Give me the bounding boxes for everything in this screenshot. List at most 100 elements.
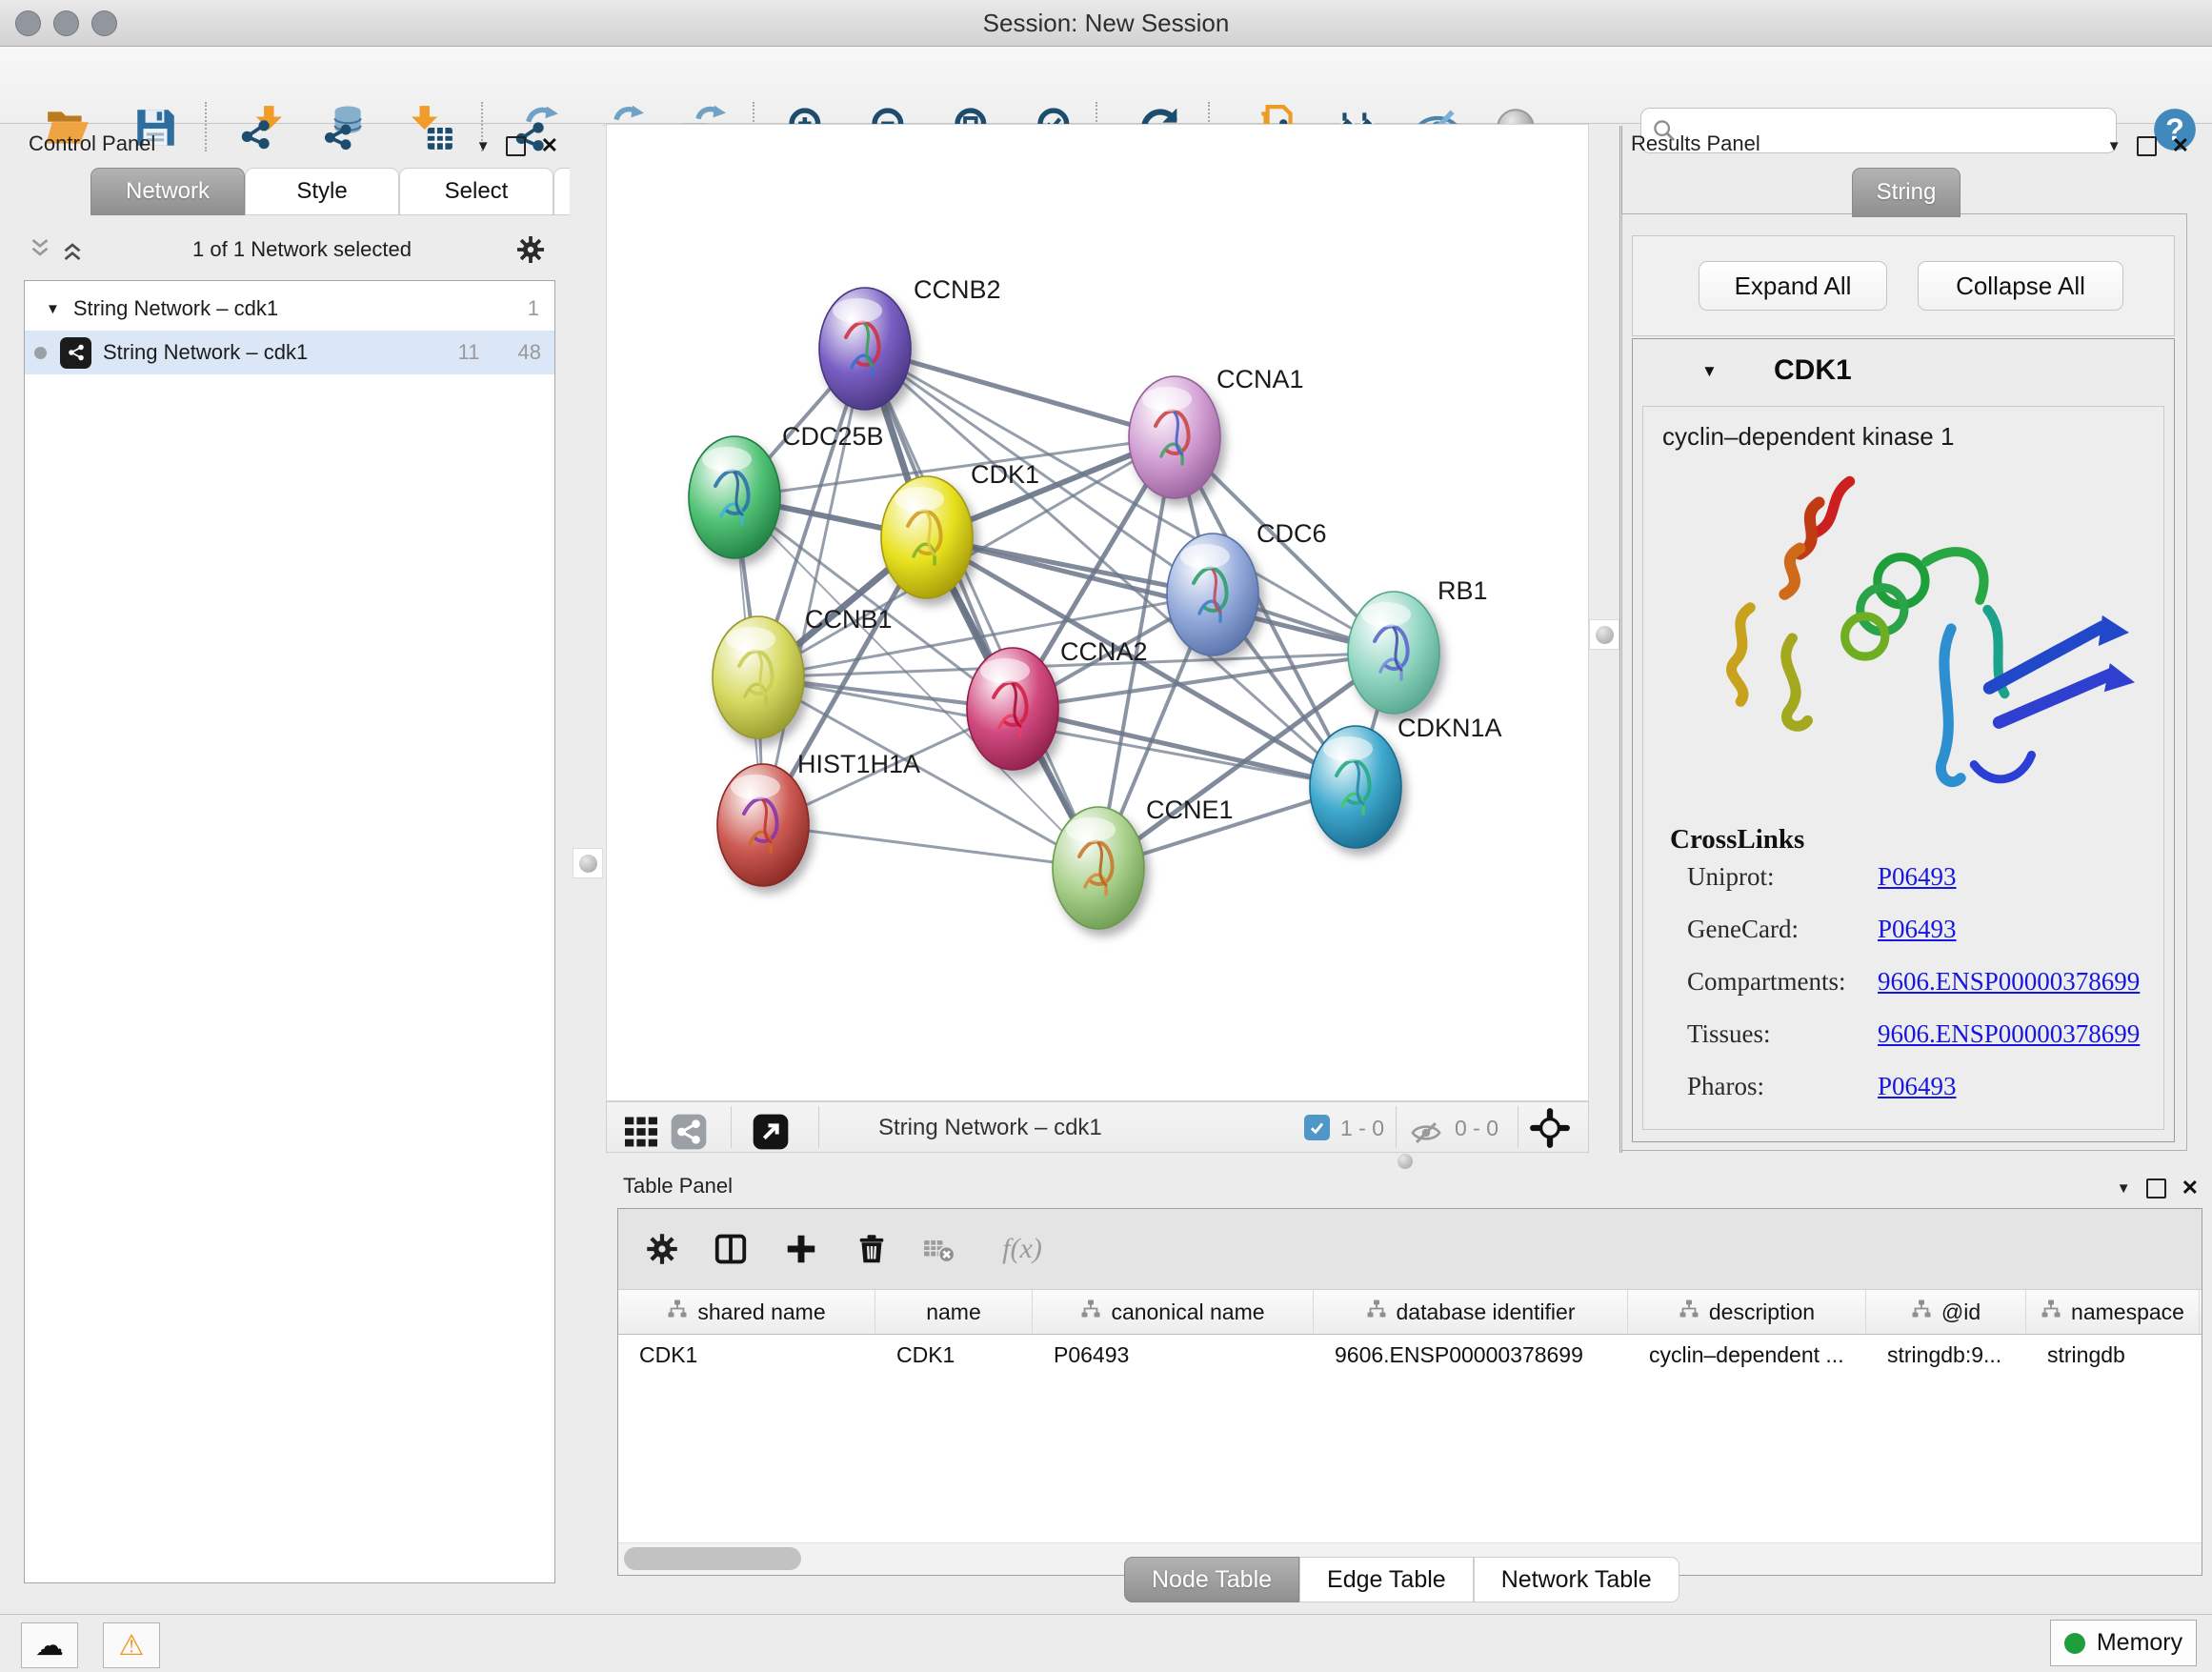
column-header-namespace[interactable]: namespace [2026, 1290, 2200, 1334]
table-cell[interactable]: CDK1 [618, 1335, 875, 1375]
node-label-CDKN1A: CDKN1A [1398, 714, 1502, 742]
network-edge[interactable] [927, 537, 1394, 653]
table-cell[interactable]: CDK1 [875, 1335, 1033, 1375]
horizontal-splitter[interactable] [606, 1153, 2212, 1172]
protein-node-CDKN1A[interactable]: CDKN1A [1310, 714, 1502, 848]
column-label: namespace [2071, 1299, 2184, 1325]
warnings-button[interactable]: ⚠ [103, 1622, 160, 1668]
delete-column-button[interactable] [849, 1226, 895, 1272]
left-splitter[interactable] [570, 126, 606, 1587]
network-row[interactable]: String Network – cdk1 11 48 [25, 331, 554, 374]
gear-icon[interactable] [515, 234, 546, 265]
column-header-id[interactable]: @id [1866, 1290, 2026, 1334]
function-builder-button[interactable]: f(x) [984, 1226, 1060, 1272]
table-settings-button[interactable] [639, 1226, 685, 1272]
table-cell[interactable]: stringdb [2026, 1335, 2200, 1375]
grid-icon [623, 1116, 659, 1148]
right-splitter[interactable] [1589, 126, 1622, 1153]
protein-node-CDC6[interactable]: CDC6 [1167, 519, 1327, 655]
toolbar-separator [731, 1106, 732, 1148]
warning-icon: ⚠ [119, 1629, 145, 1662]
crosslink-link[interactable]: 9606.ENSP00000378699 [1878, 967, 2140, 997]
protein-description: cyclin–dependent kinase 1 [1662, 422, 1954, 452]
birdseye-toggle[interactable] [1527, 1105, 1573, 1151]
tab-network[interactable]: Network [90, 168, 245, 215]
network-column-icon [1366, 1299, 1387, 1325]
tab-edge-table[interactable]: Edge Table [1299, 1557, 1474, 1602]
column-header-name[interactable]: name [875, 1290, 1033, 1334]
cloud-status-button[interactable]: ☁ [21, 1622, 78, 1668]
table-cell[interactable]: P06493 [1033, 1335, 1314, 1375]
table-toolbar: f(x) [618, 1209, 2202, 1290]
network-edge[interactable] [865, 349, 1098, 868]
crosslink-link[interactable]: P06493 [1878, 915, 1957, 944]
collapse-all-icon[interactable] [24, 235, 56, 264]
collapse-section-icon[interactable]: ▼ [1701, 362, 1718, 381]
main-toolbar: ? [0, 47, 2212, 124]
node-label-CCNA2: CCNA2 [1060, 637, 1148, 666]
panel-menu-icon[interactable]: ▼ [476, 138, 491, 154]
panel-float-icon[interactable] [2137, 136, 2157, 156]
grid-view-button[interactable] [618, 1109, 664, 1155]
selected-checkbox[interactable] [1304, 1115, 1330, 1140]
column-label: @id [1941, 1299, 1981, 1325]
tab-node-table[interactable]: Node Table [1124, 1557, 1299, 1602]
node-label-CCNB1: CCNB1 [805, 605, 893, 634]
network-edge[interactable] [865, 349, 1175, 437]
network-column-icon [2041, 1299, 2061, 1325]
panel-menu-icon[interactable]: ▼ [2107, 138, 2122, 154]
tab-style[interactable]: Style [245, 168, 399, 215]
splitter-handle[interactable] [1589, 619, 1619, 650]
splitter-handle[interactable] [573, 848, 603, 878]
network-graph[interactable]: CCNB2CCNA1CDC25BCDK1CDC6RB1CCNB1CCNA2CDK… [607, 125, 1588, 1100]
network-share-button[interactable] [666, 1109, 712, 1155]
node-count: 11 [458, 340, 480, 365]
panel-menu-icon[interactable]: ▼ [2117, 1180, 2131, 1197]
tab-string[interactable]: String [1852, 168, 1961, 217]
column-header-databaseidentifier[interactable]: database identifier [1314, 1290, 1628, 1334]
network-selection-statusbar: 1 of 1 Network selected [24, 225, 555, 274]
column-header-description[interactable]: description [1628, 1290, 1866, 1334]
scrollbar-thumb[interactable] [624, 1547, 801, 1570]
toolbar-separator [818, 1106, 819, 1148]
column-header-sharedname[interactable]: shared name [618, 1290, 875, 1334]
crosslink-link[interactable]: P06493 [1878, 862, 1957, 892]
create-column-button[interactable] [778, 1226, 824, 1272]
tab-network-table[interactable]: Network Table [1474, 1557, 1679, 1602]
panel-close-icon[interactable]: ✕ [2172, 133, 2189, 158]
annotation-mode-button[interactable] [748, 1109, 794, 1155]
tab-select[interactable]: Select [399, 168, 553, 215]
memory-status-dot [2064, 1633, 2085, 1654]
crosslink-label: Pharos: [1687, 1072, 1764, 1101]
expand-all-icon[interactable] [56, 235, 89, 264]
panel-float-icon[interactable] [506, 136, 526, 156]
tree-expand-icon[interactable]: ▼ [46, 301, 60, 317]
delete-table-button[interactable] [915, 1226, 961, 1272]
network-view-canvas[interactable]: CCNB2CCNA1CDC25BCDK1CDC6RB1CCNB1CCNA2CDK… [606, 124, 1589, 1101]
show-columns-button[interactable] [708, 1226, 754, 1272]
crosslink-row: Compartments:9606.ENSP00000378699 [1687, 967, 2144, 1019]
protein-node-HIST1H1A[interactable]: HIST1H1A [717, 750, 920, 886]
network-collection-row[interactable]: ▼ String Network – cdk1 1 [25, 287, 554, 331]
column-label: database identifier [1397, 1299, 1576, 1325]
table-cell[interactable]: 9606.ENSP00000378699 [1314, 1335, 1628, 1375]
memory-button[interactable]: Memory [2050, 1620, 2197, 1666]
panel-close-icon[interactable]: ✕ [541, 133, 558, 158]
panel-close-icon[interactable]: ✕ [2182, 1176, 2199, 1200]
table-cell[interactable]: stringdb:9... [1866, 1335, 2026, 1375]
crosslink-link[interactable]: P06493 [1878, 1072, 1957, 1101]
protein-structure-image [1704, 454, 2135, 828]
protein-node-CCNE1[interactable]: CCNE1 [1053, 796, 1234, 929]
network-edge[interactable] [763, 825, 1098, 868]
crosslink-link[interactable]: 9606.ENSP00000378699 [1878, 1019, 2140, 1049]
protein-node-CCNB1[interactable]: CCNB1 [713, 605, 893, 738]
panel-float-icon[interactable] [2146, 1178, 2166, 1199]
table-row[interactable]: CDK1CDK1P064939606.ENSP00000378699cyclin… [618, 1335, 2202, 1375]
table-cell[interactable]: cyclin–dependent ... [1628, 1335, 1866, 1375]
protein-card-header[interactable]: ▼ CDK1 [1633, 339, 2174, 406]
expand-all-button[interactable]: Expand All [1699, 261, 1887, 311]
column-header-canonicalname[interactable]: canonical name [1033, 1290, 1314, 1334]
collapse-all-button[interactable]: Collapse All [1918, 261, 2123, 311]
hidden-toggle[interactable] [1403, 1110, 1449, 1156]
protein-node-RB1[interactable]: RB1 [1348, 576, 1488, 714]
